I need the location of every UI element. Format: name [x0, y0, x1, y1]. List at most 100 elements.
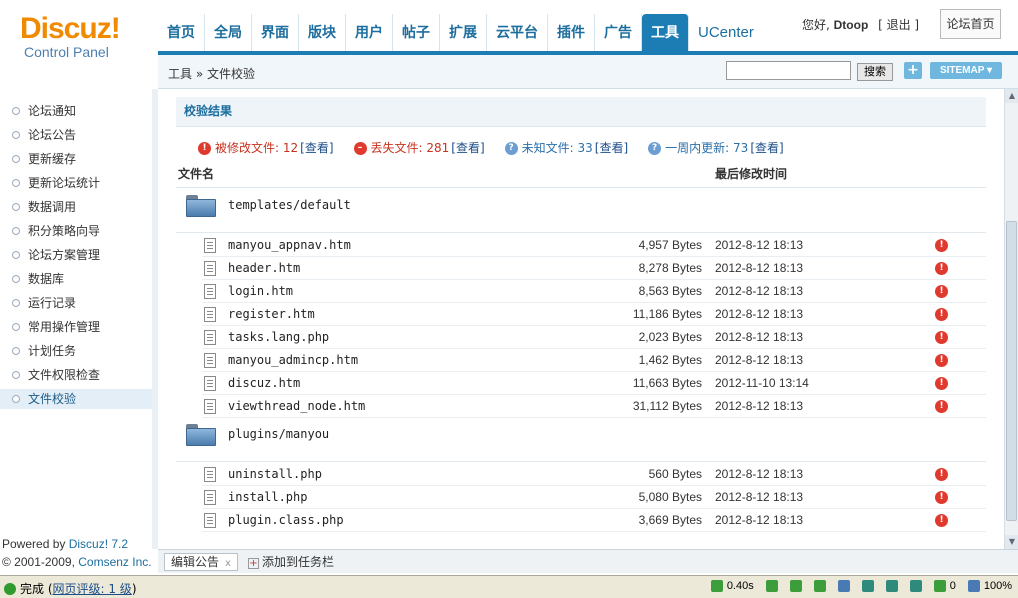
- nav-tab-2[interactable]: 界面: [252, 14, 299, 52]
- sidebar-item-11[interactable]: 文件权限检查: [0, 365, 152, 385]
- file-modified-time: 2012-8-12 18:13: [715, 330, 804, 344]
- logo-sub-text: Control Panel: [24, 44, 109, 60]
- user-info: 您好, Dtoop [ 退出 ]: [802, 16, 919, 33]
- nav-tab-11[interactable]: UCenter: [689, 14, 763, 52]
- grid-icon[interactable]: [885, 580, 898, 592]
- file-row[interactable]: discuz.htm 11,663 Bytes 2012-11-10 13:14!: [202, 372, 986, 395]
- sidebar-item-3[interactable]: 更新论坛统计: [0, 173, 152, 193]
- person-icon[interactable]: [789, 580, 802, 592]
- folder-row[interactable]: templates/default: [186, 191, 351, 219]
- header: Discuz! Control Panel 首页 全局 界面 版块 用户 帖子 扩展 云平台插…: [0, 0, 1018, 60]
- file-row[interactable]: login.htm 8,563 Bytes 2012-8-12 18:13!: [202, 280, 986, 303]
- file-size: 8,278 Bytes: [638, 261, 702, 275]
- file-row[interactable]: tasks.lang.php 2,023 Bytes 2012-8-12 18:13…: [202, 326, 986, 349]
- eye-icon[interactable]: [909, 580, 922, 592]
- sidebar-item-8[interactable]: 运行记录: [0, 293, 152, 313]
- load-time: 0.40s: [726, 580, 754, 592]
- view-link[interactable]: [查看]: [595, 139, 628, 157]
- scroll-down-arrow[interactable]: ▼: [1005, 535, 1018, 549]
- sidebar-item-0[interactable]: 论坛通知: [0, 101, 152, 121]
- add-to-taskbar-button[interactable]: + 添加到任务栏: [248, 553, 334, 571]
- sidebar-item-2[interactable]: 更新缓存: [0, 149, 152, 169]
- view-link[interactable]: [查看]: [300, 139, 333, 157]
- scroll-up-arrow[interactable]: ▲: [1005, 89, 1018, 103]
- file-row[interactable]: install.php 5,080 Bytes 2012-8-12 18:13!: [202, 486, 986, 509]
- nav-tab-0[interactable]: 首页: [158, 14, 205, 52]
- browser-status-bar: 完成 ( 网页评级: 1 级 ) 0.40s 0 100%: [0, 575, 1018, 598]
- camera-icon[interactable]: [861, 580, 874, 592]
- file-row[interactable]: manyou_admincp.htm 1,462 Bytes 2012-8-12 1…: [202, 349, 986, 372]
- file-row[interactable]: viewthread_node.htm 31,112 Bytes 2012-8-12…: [202, 395, 986, 418]
- view-link[interactable]: [查看]: [451, 139, 484, 157]
- logout-link[interactable]: [ 退出 ]: [878, 18, 919, 32]
- sidebar-item-7[interactable]: 数据库: [0, 269, 152, 289]
- sidebar-item-1[interactable]: 论坛公告: [0, 125, 152, 145]
- folder-name: templates/default: [228, 198, 351, 212]
- copyright-prefix: © 2001-2009,: [2, 555, 79, 569]
- nav-tab-9[interactable]: 广告: [595, 14, 642, 52]
- page-rating-link[interactable]: 网页评级: 1 级: [53, 580, 132, 597]
- sidebar: 论坛通知论坛公告更新缓存更新论坛统计 数据调用积分策略向导 论坛方案管理 数据库运行记…: [0, 89, 152, 549]
- add-shortcut-button[interactable]: +: [904, 62, 922, 79]
- forum-home-button[interactable]: 论坛首页: [940, 9, 1001, 39]
- powered-link[interactable]: Discuz! 7.2: [69, 537, 128, 551]
- file-icon: [204, 261, 216, 276]
- file-row[interactable]: header.htm 8,278 Bytes 2012-8-12 18:13!: [202, 257, 986, 280]
- file-size: 3,669 Bytes: [638, 513, 702, 527]
- status-right: 0.40s 0 100%: [699, 580, 1012, 592]
- sidebar-item-12[interactable]: 文件校验: [0, 389, 152, 409]
- file-row[interactable]: plugin.class.php 3,669 Bytes 2012-8-12 18:…: [202, 509, 986, 532]
- nav-tab-8[interactable]: 插件: [548, 14, 595, 52]
- file-size: 1,462 Bytes: [638, 353, 702, 367]
- file-row[interactable]: manyou_appnav.htm 4,957 Bytes 2012-8-12 18…: [202, 234, 986, 257]
- file-row[interactable]: uninstall.php 560 Bytes 2012-8-12 18:13!: [202, 463, 986, 486]
- nav-tab-4[interactable]: 用户: [346, 14, 393, 52]
- file-size: 11,186 Bytes: [632, 307, 702, 321]
- nav-tab-7[interactable]: 云平台: [487, 14, 548, 52]
- file-row[interactable]: register.htm 11,186 Bytes 2012-8-12 18:13!: [202, 303, 986, 326]
- view-link[interactable]: [查看]: [750, 139, 783, 157]
- feed-icon[interactable]: [765, 580, 778, 592]
- check-summary: ! 被修改文件: 12 [查看] – 丢失文件: 281 [查看]? 未知文件: 33 [查看…: [198, 139, 804, 157]
- copyright-link[interactable]: Comsenz Inc.: [78, 555, 151, 569]
- close-icon[interactable]: x: [225, 558, 231, 569]
- file-modified-time: 2012-8-12 18:13: [715, 353, 804, 367]
- zoom-level[interactable]: 100%: [984, 580, 1012, 592]
- shield-icon[interactable]: [933, 580, 946, 592]
- nav-tab-6[interactable]: 扩展: [440, 14, 487, 52]
- search-input[interactable]: [726, 61, 851, 80]
- sidebar-item-6[interactable]: 论坛方案管理: [0, 245, 152, 265]
- sidebar-item-10[interactable]: 计划任务: [0, 341, 152, 361]
- modified-warning-icon: !: [935, 285, 948, 298]
- folder-name: plugins/manyou: [228, 427, 330, 441]
- copyright: © 2001-2009, Comsenz Inc.: [2, 555, 152, 569]
- modified-warning-icon: !: [935, 308, 948, 321]
- summary-item-2: ? 未知文件: 33 [查看]: [504, 139, 628, 157]
- add-to-taskbar-label: 添加到任务栏: [262, 555, 335, 569]
- file-icon: [204, 307, 216, 322]
- sitemap-button[interactable]: SITEMAP ▾: [930, 62, 1002, 79]
- file-modified-time: 2012-8-12 18:13: [715, 307, 804, 321]
- vertical-scrollbar[interactable]: ▲ ▼: [1004, 89, 1018, 549]
- discuz-logo[interactable]: Discuz! Control Panel: [20, 14, 150, 61]
- folder-divider: [176, 232, 986, 233]
- nav-tab-10[interactable]: 工具: [642, 14, 689, 52]
- folder-row[interactable]: plugins/manyou: [186, 420, 329, 448]
- search-button[interactable]: 搜索: [857, 63, 893, 81]
- task-tab-edit-announcement[interactable]: 编辑公告 x: [164, 553, 238, 571]
- scroll-thumb[interactable]: [1006, 221, 1017, 521]
- sidebar-item-9[interactable]: 常用操作管理: [0, 317, 152, 337]
- nav-tab-1[interactable]: 全局: [205, 14, 252, 52]
- zoom-icon[interactable]: [967, 580, 980, 592]
- nav-tab-3[interactable]: 版块: [299, 14, 346, 52]
- summary-item-1: – 丢失文件: 281 [查看]: [353, 139, 485, 157]
- speed-icon[interactable]: [710, 580, 723, 592]
- folder-divider: [176, 461, 986, 462]
- nav-tab-5[interactable]: 帖子: [393, 14, 440, 52]
- sidebar-item-5[interactable]: 积分策略向导: [0, 221, 152, 241]
- download-icon[interactable]: [813, 580, 826, 592]
- file-modified-time: 2012-8-12 18:13: [715, 467, 804, 481]
- sidebar-item-4[interactable]: 数据调用: [0, 197, 152, 217]
- file-modified-time: 2012-11-10 13:14: [715, 376, 809, 390]
- speaker-icon[interactable]: [837, 580, 850, 592]
